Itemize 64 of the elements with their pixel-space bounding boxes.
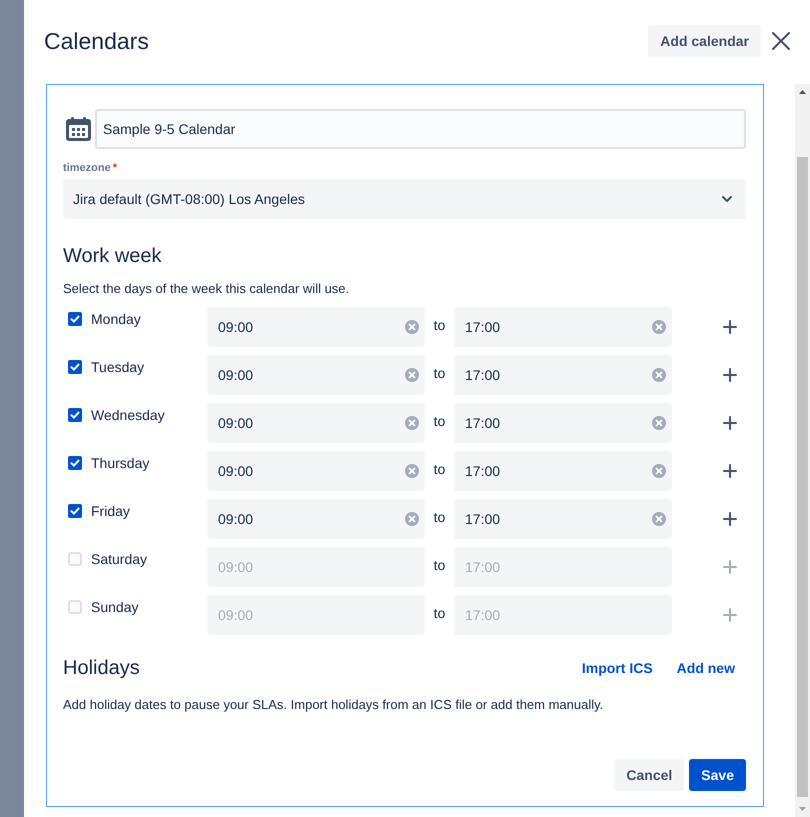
- timezone-label: timezone: [63, 161, 111, 175]
- to-label: to: [432, 508, 446, 527]
- clear-icon[interactable]: [405, 368, 419, 382]
- clear-icon[interactable]: [652, 368, 666, 382]
- start-time-field[interactable]: 09:00: [207, 307, 425, 347]
- to-label: to: [432, 412, 446, 431]
- day-label: Monday: [91, 310, 141, 329]
- day-label: Tuesday: [91, 358, 144, 377]
- plus-icon[interactable]: [723, 416, 737, 430]
- calendar-name-field[interactable]: Sample 9-5 Calendar: [95, 109, 746, 149]
- chevron-down-icon: [722, 196, 732, 202]
- plus-icon[interactable]: [723, 512, 737, 526]
- checkbox[interactable]: [68, 504, 82, 518]
- plus-icon[interactable]: [723, 320, 737, 334]
- to-label: to: [432, 316, 446, 335]
- clear-icon[interactable]: [405, 512, 419, 526]
- scrollbar-thumb[interactable]: [797, 157, 808, 797]
- holiday-link[interactable]: Import ICS: [582, 660, 653, 676]
- end-time-field[interactable]: 17:00: [454, 403, 672, 443]
- start-time-field[interactable]: 09:00: [207, 355, 425, 395]
- to-label: to: [432, 460, 446, 479]
- day-label: Thursday: [91, 454, 150, 473]
- checkbox[interactable]: [68, 600, 82, 614]
- day-label: Friday: [91, 502, 130, 521]
- start-time-field[interactable]: 09:00: [207, 403, 425, 443]
- day-label: Saturday: [91, 550, 148, 569]
- section-description: Add holiday dates to pause your SLAs. Import holidays from an ICS file or add them manually.: [63, 696, 604, 714]
- dialog-title: Calendars: [44, 27, 150, 55]
- to-label: to: [432, 364, 446, 383]
- start-time-field[interactable]: 09:00: [207, 451, 425, 491]
- end-time-field[interactable]: 17:00: [454, 499, 672, 539]
- plus-icon[interactable]: [723, 464, 737, 478]
- timezone-select[interactable]: Jira default (GMT-08:00) Los Angeles: [63, 179, 746, 219]
- holiday-link[interactable]: Add new: [676, 660, 735, 676]
- clear-icon[interactable]: [405, 464, 419, 478]
- clear-icon[interactable]: [652, 512, 666, 526]
- close-icon[interactable]: [772, 32, 790, 50]
- calendar-icon: [66, 117, 91, 141]
- to-label: to: [432, 604, 446, 623]
- clear-icon[interactable]: [652, 464, 666, 478]
- end-time-field[interactable]: 17:00: [454, 451, 672, 491]
- to-label: to: [432, 556, 446, 575]
- end-time-field[interactable]: 17:00: [454, 355, 672, 395]
- section-heading: Holidays: [63, 656, 140, 680]
- end-time-field[interactable]: 17:00: [454, 307, 672, 347]
- day-label: Sunday: [91, 598, 138, 617]
- checkbox[interactable]: [68, 360, 82, 374]
- checkbox[interactable]: [68, 456, 82, 470]
- checkbox[interactable]: [68, 408, 82, 422]
- clear-icon[interactable]: [652, 416, 666, 430]
- clear-icon[interactable]: [405, 320, 419, 334]
- checkbox[interactable]: [68, 312, 82, 326]
- checkbox[interactable]: [68, 552, 82, 566]
- plus-icon[interactable]: [723, 368, 737, 382]
- add-calendar-button[interactable]: Add calendar: [648, 25, 761, 57]
- section-description: Select the days of the week this calendar will use.: [63, 280, 350, 298]
- section-heading: Work week: [63, 244, 163, 268]
- clear-icon[interactable]: [405, 416, 419, 430]
- day-label: Wednesday: [91, 406, 165, 425]
- start-time-field[interactable]: 09:00: [207, 499, 425, 539]
- required-asterisk: *: [112, 161, 117, 175]
- clear-icon[interactable]: [652, 320, 666, 334]
- save-button[interactable]: Save: [689, 759, 746, 791]
- cancel-button[interactable]: Cancel: [614, 759, 684, 791]
